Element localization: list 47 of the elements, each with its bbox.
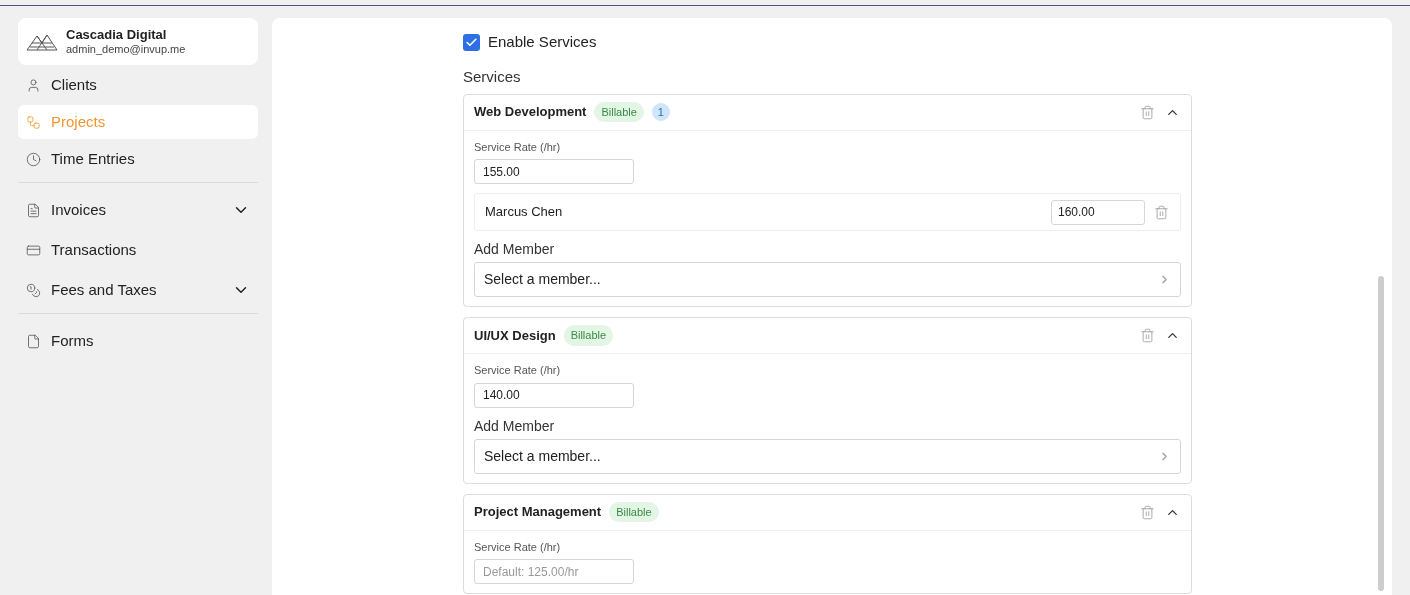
member-name: Marcus Chen — [485, 203, 564, 222]
service-name: Web Development — [474, 103, 587, 122]
sidebar-item[interactable]: Time Entries — [18, 142, 258, 176]
section-label: Services — [463, 67, 521, 87]
trash-icon — [1140, 328, 1155, 343]
person-icon — [26, 77, 41, 93]
trash-icon — [1154, 204, 1169, 220]
card-icon — [26, 242, 41, 258]
service-name: UI/UX Design — [474, 326, 556, 345]
trash-icon — [1140, 504, 1155, 520]
coins-icon — [26, 282, 41, 298]
account-email: admin_demo@invup.me — [66, 42, 186, 57]
field-label: Add Member — [474, 416, 555, 436]
field-label: Service Rate (/hr) — [474, 139, 561, 155]
rate-input[interactable]: Default: 125.00/hr — [474, 559, 634, 584]
billable-badge: Billable — [609, 501, 659, 523]
account-card[interactable]: Cascadia Digital admin_demo@invup.me — [18, 18, 258, 65]
member-rate-input[interactable]: 160.00 — [1051, 199, 1145, 225]
sidebar-item[interactable]: Forms — [18, 324, 258, 358]
count-badge: 1 — [651, 103, 670, 121]
delete-button[interactable] — [1139, 327, 1156, 344]
sidebar-item[interactable]: Fees and Taxes — [18, 273, 258, 307]
rate-input[interactable]: 155.00 — [474, 159, 634, 184]
billable-badge: Billable — [594, 101, 644, 123]
field-label: Service Rate (/hr) — [474, 363, 561, 378]
enable-services-checkbox[interactable]: Enable Services — [463, 30, 597, 54]
sidebar-item[interactable]: Invoices — [18, 193, 258, 227]
field-label: Service Rate (/hr) — [474, 539, 561, 555]
service-name: Project Management — [474, 503, 602, 522]
member-select[interactable]: Select a member... — [474, 438, 1181, 474]
clock-icon — [26, 151, 41, 167]
sidebar-item[interactable]: Transactions — [18, 233, 258, 267]
delete-button[interactable] — [1153, 203, 1170, 221]
sidebar-item[interactable]: Clients — [18, 68, 258, 102]
trash-icon — [1140, 104, 1155, 120]
billable-badge: Billable — [563, 325, 614, 346]
member-select[interactable]: Select a member... — [474, 262, 1181, 297]
delete-button[interactable] — [1139, 503, 1156, 521]
document-icon — [26, 202, 41, 218]
nodes-icon — [26, 114, 41, 130]
check-icon — [465, 35, 478, 49]
mountain-logo-icon — [26, 32, 58, 51]
file-icon — [26, 333, 41, 349]
rate-input[interactable]: 140.00 — [474, 382, 634, 408]
delete-button[interactable] — [1139, 103, 1156, 121]
account-name: Cascadia Digital — [66, 26, 168, 43]
field-label: Add Member — [474, 240, 555, 259]
